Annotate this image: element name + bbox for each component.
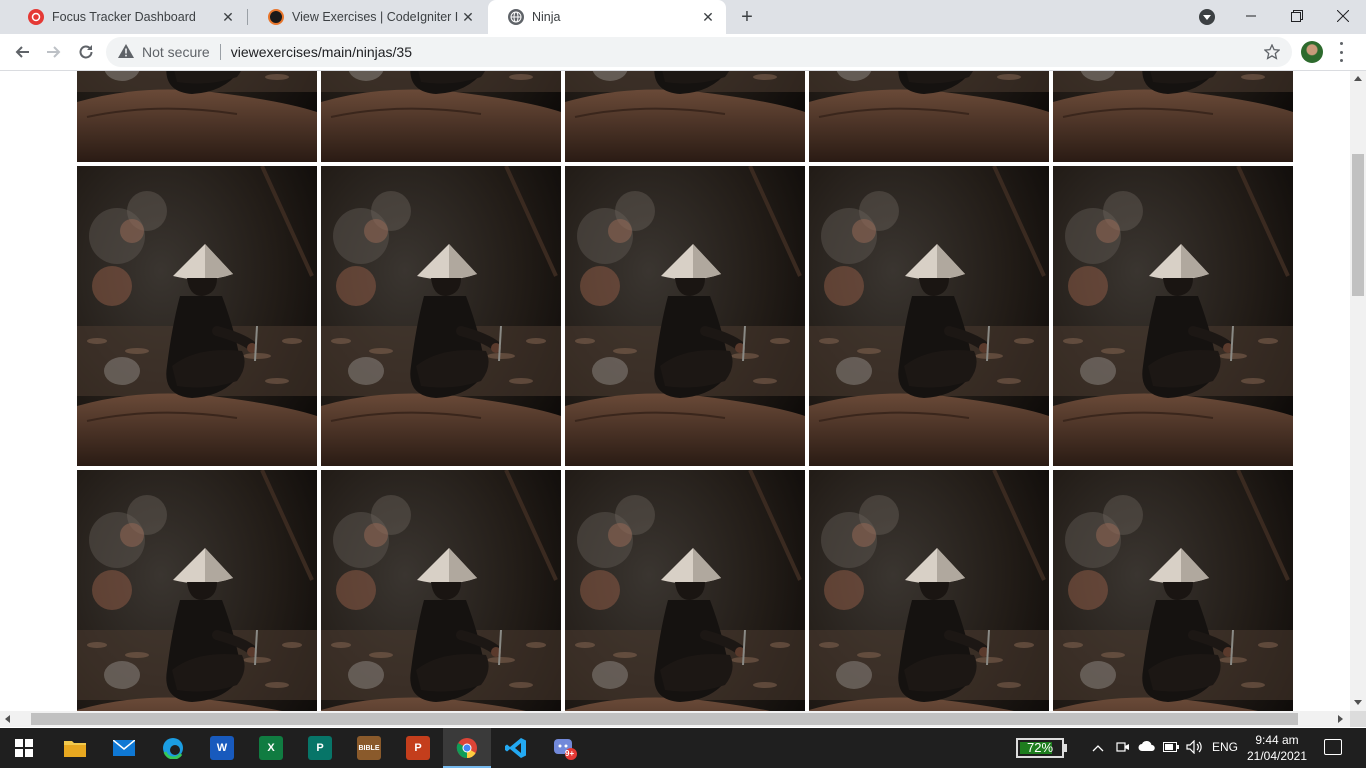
excel-icon[interactable]: X — [259, 736, 283, 760]
tab-focus-tracker[interactable]: Focus Tracker Dashboard ✕ — [8, 0, 246, 34]
show-hidden-icons-icon[interactable] — [1092, 740, 1104, 755]
bookmark-star-icon[interactable] — [1263, 43, 1281, 63]
close-window-button[interactable] — [1320, 0, 1366, 32]
battery-tray-icon[interactable] — [1163, 740, 1179, 755]
url-text[interactable]: viewexercises/main/ninjas/35 — [231, 44, 412, 60]
ninja-photo — [77, 470, 317, 711]
tab-title: Ninja — [532, 10, 561, 24]
scroll-up-arrow[interactable] — [1354, 76, 1362, 81]
new-tab-button[interactable]: + — [736, 6, 758, 28]
onedrive-icon[interactable] — [1138, 740, 1156, 755]
powerpoint-icon[interactable]: P — [406, 736, 430, 760]
word-icon[interactable]: W — [210, 736, 234, 760]
browser-toolbar: Not secure viewexercises/main/ninjas/35 — [0, 34, 1366, 71]
globe-icon — [508, 9, 524, 25]
restore-button[interactable] — [1274, 0, 1320, 32]
warning-icon[interactable] — [118, 43, 134, 61]
minimize-button[interactable] — [1228, 0, 1274, 32]
focus-tracker-icon — [28, 9, 44, 25]
ninja-photo — [565, 166, 805, 466]
tab-view-exercises[interactable]: View Exercises | CodeIgniter I ✕ — [248, 0, 486, 34]
security-label[interactable]: Not secure — [142, 44, 210, 60]
battery-indicator[interactable]: 72% — [1016, 738, 1067, 758]
image-row — [77, 470, 1297, 711]
volume-icon[interactable] — [1186, 739, 1204, 757]
close-tab-icon[interactable]: ✕ — [220, 9, 236, 25]
vertical-scrollbar[interactable] — [1350, 71, 1366, 711]
battery-percent: 72% — [1026, 740, 1054, 755]
discord-badge: 9+ — [565, 749, 575, 758]
more-menu-icon[interactable] — [1338, 42, 1344, 62]
file-explorer-icon[interactable] — [63, 736, 87, 760]
vscode-icon[interactable] — [504, 736, 528, 760]
ninja-photo — [565, 71, 805, 162]
page-content — [0, 71, 1350, 711]
horizontal-scroll-thumb[interactable] — [31, 713, 1298, 725]
horizontal-scrollbar[interactable] — [0, 711, 1350, 727]
action-center-icon[interactable] — [1324, 739, 1342, 755]
back-button[interactable] — [10, 40, 34, 64]
ninja-photo — [1053, 71, 1293, 162]
system-clock[interactable]: 9:44 am 21/04/2021 — [1244, 732, 1310, 764]
address-divider — [219, 44, 221, 60]
close-tab-icon[interactable]: ✕ — [460, 9, 476, 25]
tab-title: Focus Tracker Dashboard — [52, 10, 196, 24]
ninja-photo — [809, 470, 1049, 711]
ninja-photo — [809, 71, 1049, 162]
publisher-icon[interactable]: P — [308, 736, 332, 760]
ninja-photo — [321, 166, 561, 466]
bible-app-icon[interactable]: BIBLE — [357, 736, 381, 760]
reload-button[interactable] — [74, 40, 98, 64]
ninja-photo — [1053, 166, 1293, 466]
scroll-right-arrow[interactable] — [1338, 715, 1343, 723]
tab-ninja[interactable]: Ninja ✕ — [488, 0, 726, 34]
tab-strip: Focus Tracker Dashboard ✕ View Exercises… — [0, 0, 1366, 34]
mail-icon[interactable] — [112, 736, 136, 760]
edge-icon[interactable] — [161, 736, 185, 760]
meet-now-icon[interactable] — [1116, 740, 1130, 757]
ninja-photo — [1053, 470, 1293, 711]
scroll-down-arrow[interactable] — [1354, 700, 1362, 705]
ninja-photo — [321, 470, 561, 711]
start-icon[interactable] — [12, 736, 36, 760]
codeigniter-icon — [268, 9, 284, 25]
image-row — [77, 166, 1297, 466]
ninja-photo — [321, 71, 561, 162]
image-row — [77, 71, 1297, 162]
discord-icon[interactable]: 9+ — [553, 736, 577, 760]
scrollbar-corner — [1350, 711, 1366, 727]
ninja-photo — [565, 470, 805, 711]
vertical-scroll-thumb[interactable] — [1352, 154, 1364, 296]
tab-search-icon[interactable] — [1199, 9, 1215, 25]
scroll-left-arrow[interactable] — [5, 715, 10, 723]
chrome-icon[interactable] — [455, 736, 479, 760]
address-bar[interactable]: Not secure viewexercises/main/ninjas/35 — [106, 37, 1292, 67]
ninja-photo — [77, 71, 317, 162]
windows-taskbar: W X P BIBLE P 9+ 72% ENG 9:44 am 21/04/2… — [0, 728, 1366, 768]
ninja-photo — [809, 166, 1049, 466]
tab-title: View Exercises | CodeIgniter I — [292, 10, 459, 24]
forward-button[interactable] — [42, 40, 66, 64]
language-indicator[interactable]: ENG — [1212, 740, 1238, 754]
clock-date: 21/04/2021 — [1246, 749, 1308, 763]
profile-avatar[interactable] — [1301, 41, 1323, 63]
clock-time: 9:44 am — [1255, 733, 1299, 747]
ninja-photo — [77, 166, 317, 466]
ninja-image-grid — [77, 71, 1297, 711]
close-tab-icon[interactable]: ✕ — [700, 9, 716, 25]
